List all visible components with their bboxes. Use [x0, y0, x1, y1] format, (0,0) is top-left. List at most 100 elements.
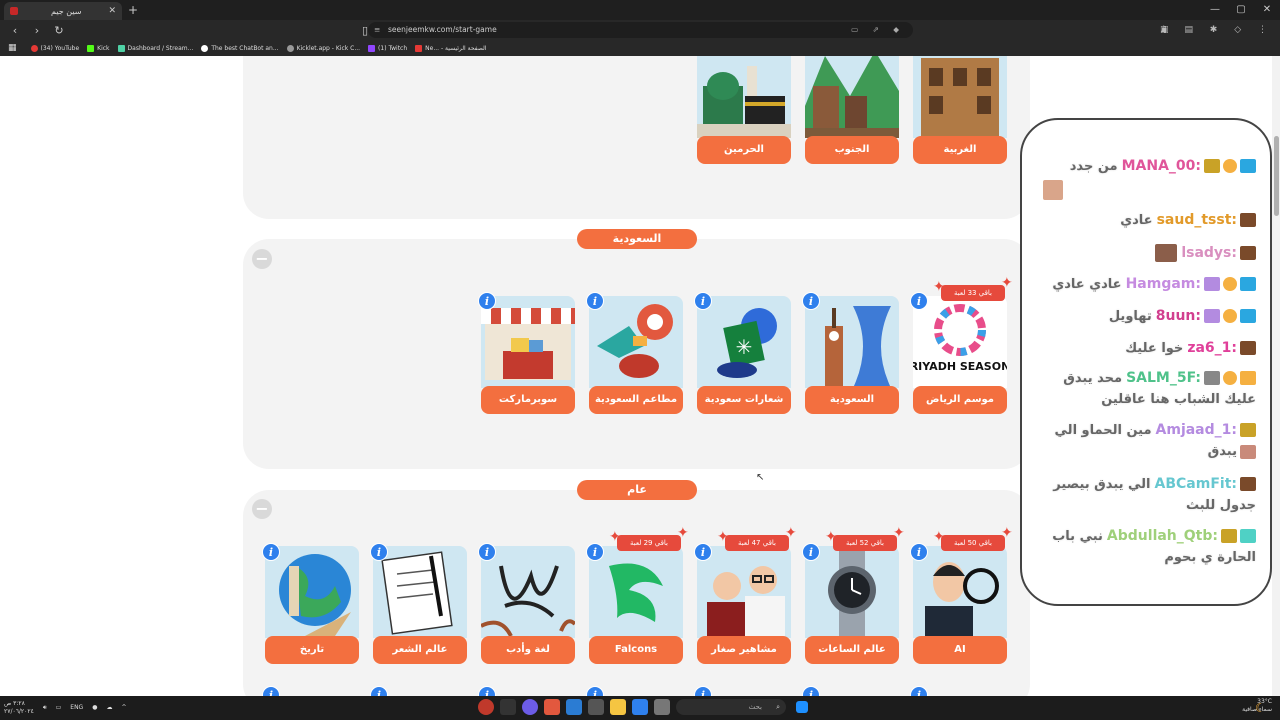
category-card-saudi[interactable]: السعودية — [805, 296, 899, 414]
cloud-icon[interactable]: ☁ — [106, 696, 112, 720]
riyadh-season-art-text: RIYADH SEASON — [913, 360, 1007, 373]
watches-image — [805, 546, 899, 638]
app-icon[interactable] — [522, 699, 538, 715]
windows-start-icon[interactable] — [796, 701, 808, 713]
category-card-child-celebrities[interactable]: مشاهير صغار — [697, 546, 791, 664]
search-label: بحث — [748, 703, 762, 711]
tray-expand-icon[interactable]: ^ — [121, 696, 126, 720]
window-controls: — ▢ ✕ — [1202, 0, 1280, 20]
games-left-text: باقي 47 لعبة — [725, 535, 789, 551]
app-icon[interactable] — [478, 699, 494, 715]
collapse-saudi-button[interactable]: − — [252, 249, 272, 269]
card-label: عالم الشعر — [373, 636, 467, 664]
maximize-button[interactable]: ▢ — [1228, 0, 1254, 20]
url-field[interactable]: ≡ seenjeemkw.com/start-game ▭ ⇗ ◆ — [368, 22, 913, 38]
site-favicon-icon — [10, 7, 18, 15]
bookmark-chatbot[interactable]: The best ChatBot an... — [201, 44, 279, 52]
forward-icon[interactable]: › — [30, 24, 44, 37]
emote-icon — [1240, 444, 1256, 459]
brave-icon[interactable] — [544, 699, 560, 715]
streamelements-icon — [117, 44, 125, 52]
category-card-haramain[interactable]: الحرمين — [697, 56, 791, 164]
info-icon[interactable]: i — [478, 543, 496, 561]
bookmark-dashboard[interactable]: Dashboard / Stream... — [117, 44, 193, 52]
volume-icon[interactable]: 🔊︎ — [43, 696, 47, 720]
new-tab-button[interactable]: + — [128, 3, 138, 17]
language-image — [481, 546, 575, 638]
app-icon[interactable] — [566, 699, 582, 715]
category-card-falcons[interactable]: Falcons — [589, 546, 683, 664]
clock[interactable]: ٣:٢٨ ص ٢٧/٠٦/٢٠٢٤ — [4, 700, 34, 716]
category-card-history[interactable]: تاريخ — [265, 546, 359, 664]
site-info-icon[interactable]: ≡ — [374, 22, 380, 38]
category-card-south[interactable]: الجنوب — [805, 56, 899, 164]
chat-message-continued: جدول للبث — [1182, 498, 1256, 513]
minimize-button[interactable]: — — [1202, 0, 1228, 20]
network-icon[interactable]: ▭ — [56, 696, 62, 720]
category-card-riyadh-season[interactable]: RIYADH SEASON موسم الرياض — [913, 296, 1007, 414]
info-icon[interactable]: i — [262, 543, 280, 561]
category-card-west[interactable]: الغربية — [913, 56, 1007, 164]
tab-title: سين جيم — [51, 6, 82, 16]
info-icon[interactable]: i — [478, 292, 496, 310]
reload-icon[interactable]: ↻ — [52, 24, 66, 37]
apps-grid-icon[interactable]: ▦ — [8, 43, 17, 53]
language-indicator[interactable]: ENG — [70, 696, 83, 720]
chat-message: Hamgam: عادي عادي — [1048, 276, 1256, 292]
bookmark-label: (34) YouTube — [40, 44, 80, 52]
info-icon[interactable]: i — [910, 292, 928, 310]
mic-icon[interactable]: ● — [92, 696, 97, 720]
category-card-ai[interactable]: AI — [913, 546, 1007, 664]
app-icon[interactable] — [654, 699, 670, 715]
bookmark-youtube[interactable]: (34) YouTube — [30, 44, 80, 52]
emote-icon — [1155, 244, 1178, 262]
active-tab[interactable]: سين جيم ✕ — [4, 2, 122, 20]
badge-icon — [1221, 529, 1237, 543]
bookmark-kicklet[interactable]: Kicklet.app - Kick C... — [286, 44, 360, 52]
chat-text: خوا عليك — [1125, 340, 1184, 356]
info-icon[interactable]: i — [586, 292, 604, 310]
category-card-poetry[interactable]: عالم الشعر — [373, 546, 467, 664]
bookmark-label: The best ChatBot an... — [211, 44, 279, 52]
info-icon[interactable]: i — [370, 543, 388, 561]
games-left-badge-celebrities: ✦ باقي 47 لعبة ✦ — [717, 526, 797, 554]
os-taskbar: ٣:٢٨ ص ٢٧/٠٦/٢٠٢٤ 🔊︎ ▭ ENG ● ☁ ^ بحث ⌕ 3… — [0, 696, 1280, 720]
bookmark-kick[interactable]: Kick — [87, 44, 110, 52]
chat-message: za6_1: خوا عليك — [1121, 340, 1256, 356]
category-card-saudi-logos[interactable]: ✳ شعارات سعودية — [697, 296, 791, 414]
card-label: عالم الساعات — [805, 636, 899, 664]
info-icon[interactable]: i — [802, 292, 820, 310]
app-icon[interactable] — [632, 699, 648, 715]
netflix-icon — [415, 44, 423, 52]
url-tools-icons[interactable]: ▭ ⇗ ◆ — [851, 22, 905, 38]
close-window-button[interactable]: ✕ — [1254, 0, 1280, 20]
bookmark-twitch[interactable]: (1) Twitch — [368, 44, 407, 52]
category-section-top — [243, 56, 1030, 219]
toolbar-icons[interactable]: ♫ ▤ ✱ ◇ ⋮ — [1160, 20, 1274, 40]
info-icon[interactable]: i — [694, 543, 712, 561]
category-card-watches[interactable]: عالم الساعات — [805, 546, 899, 664]
back-icon[interactable]: ‹ — [8, 24, 22, 37]
page-scrollbar[interactable] — [1272, 56, 1280, 696]
category-card-supermarket[interactable]: سوبرماركت — [481, 296, 575, 414]
info-icon[interactable]: i — [802, 543, 820, 561]
svg-text:✳: ✳ — [736, 335, 753, 359]
card-label: الغربية — [913, 136, 1007, 164]
taskbar-search[interactable]: بحث ⌕ — [676, 699, 786, 715]
badge-icon — [1204, 277, 1220, 291]
close-tab-icon[interactable]: ✕ — [108, 6, 116, 16]
category-card-saudi-restaurants[interactable]: مطاعم السعودية — [589, 296, 683, 414]
folder-icon[interactable] — [610, 699, 626, 715]
info-icon[interactable]: i — [694, 292, 712, 310]
app-icon[interactable] — [500, 699, 516, 715]
chat-text: جدول للبث — [1185, 498, 1256, 513]
badge-icon — [1240, 309, 1256, 323]
info-icon[interactable]: i — [586, 543, 604, 561]
info-icon[interactable]: i — [910, 543, 928, 561]
collapse-general-button[interactable]: − — [252, 499, 272, 519]
bookmark-home[interactable]: Ne... - الصفحة الرئيسية — [415, 44, 486, 52]
scrollbar-thumb[interactable] — [1274, 136, 1279, 216]
category-card-language-literature[interactable]: لغة وأدب — [481, 546, 575, 664]
chat-username: Abdullah_Qtb: — [1106, 528, 1218, 544]
app-icon[interactable] — [588, 699, 604, 715]
